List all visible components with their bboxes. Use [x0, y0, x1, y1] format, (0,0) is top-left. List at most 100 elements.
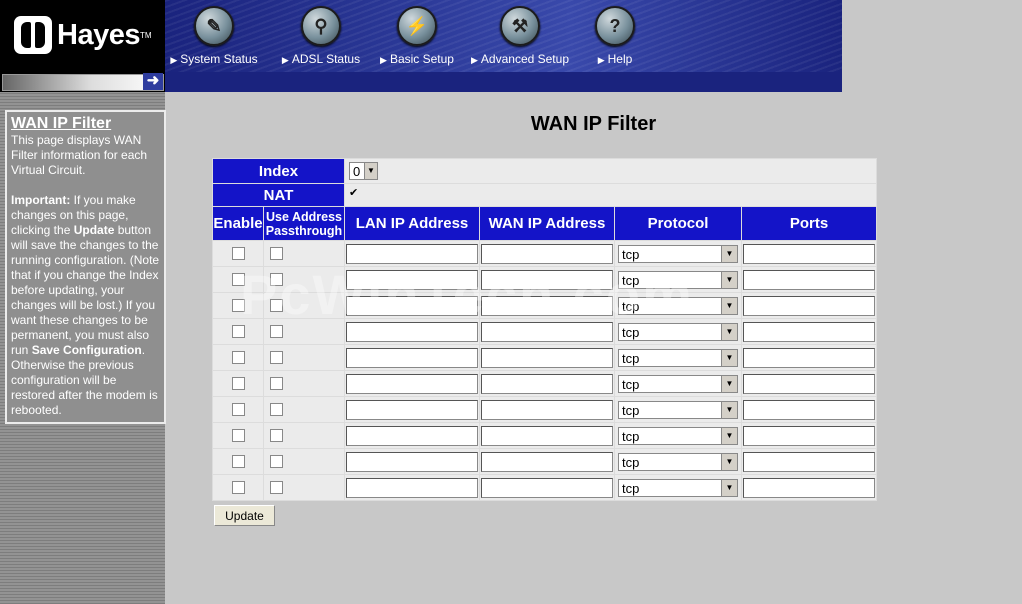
protocol-value: tcp — [622, 428, 640, 444]
lan-ip-input[interactable] — [346, 269, 478, 290]
magnifier-icon: ⚲ — [301, 6, 341, 46]
wan-ip-input[interactable] — [481, 321, 613, 342]
wan-ip-input[interactable] — [481, 425, 613, 446]
col-enable: Enable — [213, 207, 263, 240]
lan-ip-input[interactable] — [346, 477, 478, 498]
lan-ip-input[interactable] — [346, 347, 478, 368]
wan-ip-input[interactable] — [481, 295, 613, 316]
lan-ip-input[interactable] — [346, 399, 478, 420]
passthrough-checkbox[interactable] — [270, 324, 283, 338]
lan-ip-input[interactable] — [346, 373, 478, 394]
lan-ip-input[interactable] — [346, 451, 478, 472]
nav-label: ADSL Status — [291, 52, 361, 66]
chevron-down-icon: ▼ — [364, 162, 377, 179]
col-passthrough: Use Address Passthrough — [264, 207, 344, 240]
protocol-select[interactable]: tcp ▼ — [618, 452, 738, 471]
help-save-word: Save Configuration — [31, 343, 142, 357]
ports-input[interactable] — [743, 269, 875, 290]
nav-system-status[interactable]: ✎ ▶ System Status — [159, 0, 269, 72]
ports-input[interactable] — [743, 347, 875, 368]
brand-name: Hayes — [57, 18, 140, 51]
enable-checkbox[interactable] — [231, 480, 245, 494]
protocol-select[interactable]: tcp ▼ — [618, 322, 738, 341]
protocol-select[interactable]: tcp ▼ — [618, 244, 738, 263]
nav-basic-setup[interactable]: ⚡ ▶ Basic Setup — [362, 0, 472, 72]
chevron-down-icon: ▼ — [721, 375, 737, 392]
index-select[interactable]: 0 ▼ — [349, 161, 378, 180]
protocol-select[interactable]: tcp ▼ — [618, 296, 738, 315]
index-value: 0 — [353, 163, 361, 179]
passthrough-checkbox[interactable] — [270, 454, 283, 468]
wan-ip-input[interactable] — [481, 451, 613, 472]
enable-checkbox[interactable] — [231, 246, 245, 260]
wan-ip-input[interactable] — [481, 269, 613, 290]
nav-help[interactable]: ? ▶ Help — [560, 0, 670, 72]
protocol-value: tcp — [622, 350, 640, 366]
lan-ip-input[interactable] — [346, 425, 478, 446]
hayes-logo: Hayes TM — [14, 16, 152, 54]
update-button[interactable]: Update — [214, 505, 275, 526]
enable-checkbox[interactable] — [231, 324, 245, 338]
protocol-select[interactable]: tcp ▼ — [618, 270, 738, 289]
wan-ip-input[interactable] — [481, 477, 613, 498]
col-ports: Ports — [742, 207, 876, 240]
protocol-select[interactable]: tcp ▼ — [618, 374, 738, 393]
passthrough-checkbox[interactable] — [270, 272, 283, 286]
chevron-down-icon: ▼ — [721, 479, 737, 496]
arrow-bar — [2, 74, 164, 91]
filter-row: tcp ▼ — [213, 319, 876, 344]
enable-checkbox[interactable] — [231, 402, 245, 416]
enable-checkbox[interactable] — [231, 298, 245, 312]
lan-ip-input[interactable] — [346, 295, 478, 316]
filter-row: tcp ▼ — [213, 345, 876, 370]
enable-checkbox[interactable] — [231, 272, 245, 286]
plug-icon: ⚡ — [397, 6, 437, 46]
ports-input[interactable] — [743, 295, 875, 316]
nav-advanced-setup[interactable]: ⚒ ▶ Advanced Setup — [465, 0, 575, 72]
lan-ip-input[interactable] — [346, 243, 478, 264]
index-label: Index — [213, 159, 344, 183]
enable-checkbox[interactable] — [231, 350, 245, 364]
nat-checkbox[interactable] — [349, 186, 360, 200]
question-icon: ? — [595, 6, 635, 46]
protocol-select[interactable]: tcp ▼ — [618, 400, 738, 419]
wan-ip-input[interactable] — [481, 373, 613, 394]
ports-input[interactable] — [743, 399, 875, 420]
passthrough-checkbox[interactable] — [270, 402, 283, 416]
brand-tm: TM — [139, 30, 152, 40]
chevron-down-icon: ▼ — [721, 323, 737, 340]
protocol-select[interactable]: tcp ▼ — [618, 426, 738, 445]
protocol-select[interactable]: tcp ▼ — [618, 478, 738, 497]
ports-input[interactable] — [743, 477, 875, 498]
lan-ip-input[interactable] — [346, 321, 478, 342]
nav-adsl-status[interactable]: ⚲ ▶ ADSL Status — [266, 0, 376, 72]
protocol-value: tcp — [622, 272, 640, 288]
enable-checkbox[interactable] — [231, 454, 245, 468]
help-panel: WAN IP Filter This page displays WAN Fil… — [5, 110, 166, 424]
passthrough-checkbox[interactable] — [270, 480, 283, 494]
passthrough-checkbox[interactable] — [270, 350, 283, 364]
enable-checkbox[interactable] — [231, 428, 245, 442]
protocol-value: tcp — [622, 324, 640, 340]
wan-ip-input[interactable] — [481, 399, 613, 420]
wan-ip-input[interactable] — [481, 243, 613, 264]
top-nav: ✎ ▶ System Status ⚲ ▶ ADSL Status ⚡ ▶ Basic… — [165, 0, 842, 72]
ports-input[interactable] — [743, 425, 875, 446]
logo-area: Hayes TM — [0, 0, 165, 72]
ports-input[interactable] — [743, 373, 875, 394]
ports-input[interactable] — [743, 321, 875, 342]
wan-ip-input[interactable] — [481, 347, 613, 368]
protocol-value: tcp — [622, 480, 640, 496]
passthrough-checkbox[interactable] — [270, 246, 283, 260]
enable-checkbox[interactable] — [231, 376, 245, 390]
passthrough-checkbox[interactable] — [270, 298, 283, 312]
protocol-select[interactable]: tcp ▼ — [618, 348, 738, 367]
ports-input[interactable] — [743, 243, 875, 264]
ports-input[interactable] — [743, 451, 875, 472]
nav-label: System Status — [180, 52, 258, 66]
passthrough-checkbox[interactable] — [270, 376, 283, 390]
filter-row: tcp ▼ — [213, 397, 876, 422]
chevron-down-icon: ▼ — [721, 427, 737, 444]
protocol-value: tcp — [622, 376, 640, 392]
passthrough-checkbox[interactable] — [270, 428, 283, 442]
